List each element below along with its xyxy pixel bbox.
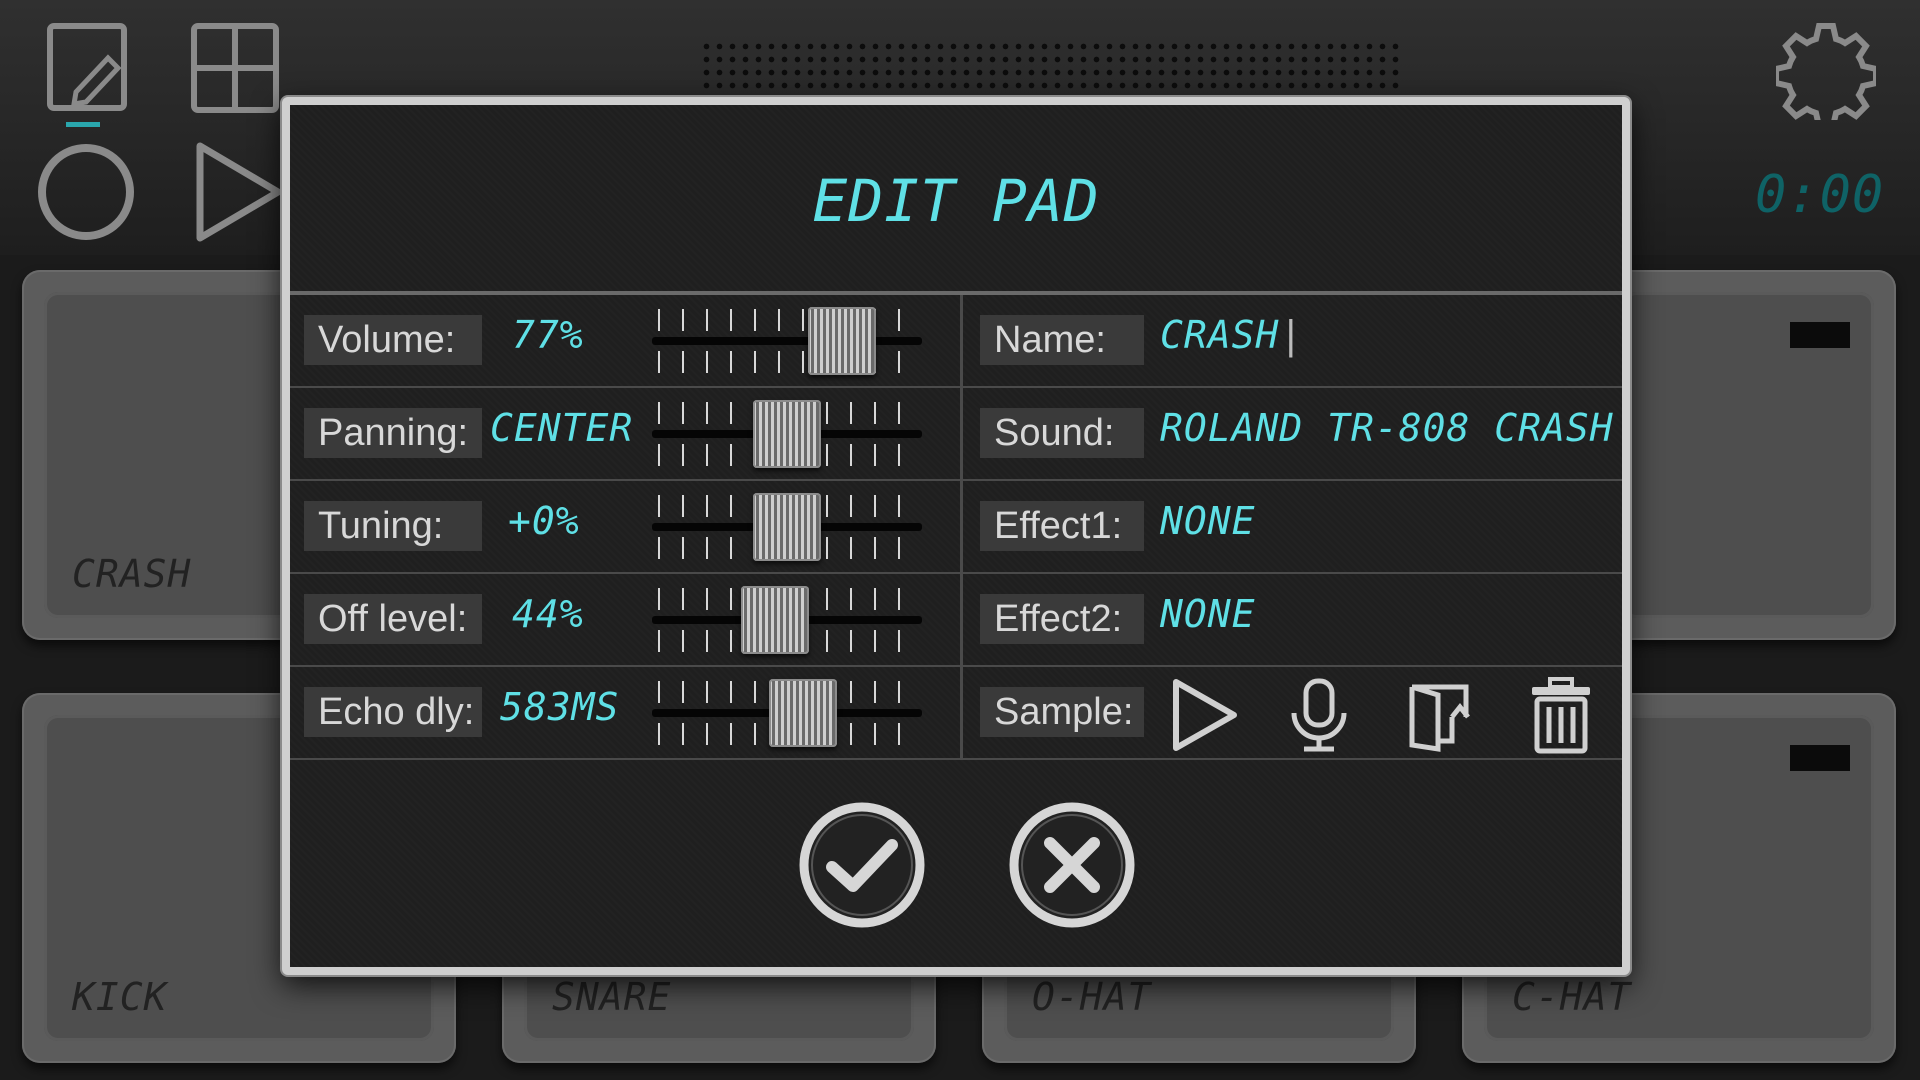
slider-thumb[interactable] [753, 400, 821, 468]
pad-label: C-HAT [1512, 975, 1632, 1019]
row-off-level: Off level: 44% Effect2: NONE [290, 574, 1622, 667]
off-level-slider[interactable] [652, 586, 922, 654]
pad-indicator [1790, 745, 1850, 771]
close-icon [1009, 802, 1135, 928]
pad-label: KICK [72, 975, 168, 1019]
pad-right-top[interactable] [1600, 270, 1896, 640]
row-tuning: Tuning: +0% Effect1: NONE [290, 481, 1622, 574]
panning-label: Panning: [304, 408, 482, 458]
row-echo-delay: Echo dly: 583MS Sample: [290, 667, 1622, 760]
row-panning: Panning: CENTER Sound: ROLAND TR-808 CRA… [290, 388, 1622, 481]
sound-label: Sound: [980, 408, 1144, 458]
check-icon [799, 802, 925, 928]
slider-thumb[interactable] [769, 679, 838, 747]
panning-value: CENTER [490, 406, 634, 450]
echo-delay-label: Echo dly: [304, 687, 482, 737]
record-icon[interactable] [36, 142, 136, 247]
pad-label: SNARE [552, 975, 672, 1019]
pad-crash[interactable]: CRASH [22, 270, 322, 640]
speaker-grille [700, 40, 1400, 96]
microphone-icon[interactable] [1286, 677, 1352, 758]
volume-slider[interactable] [652, 307, 922, 375]
name-input[interactable]: CRASH| [1160, 313, 1303, 357]
timer-display: 0:00 [1755, 165, 1885, 225]
row-volume: Volume: 77% Name: CRASH| [290, 295, 1622, 388]
echo-delay-slider[interactable] [652, 679, 922, 747]
volume-label: Volume: [304, 315, 482, 365]
play-icon[interactable] [194, 140, 284, 249]
pad-indicator [1790, 322, 1850, 348]
slider-thumb[interactable] [807, 307, 876, 375]
play-icon[interactable] [1170, 677, 1240, 758]
edit-pad-dialog: EDIT PAD Volume: 77% Name: CRASH| Pannin… [282, 97, 1630, 975]
confirm-button[interactable] [798, 801, 926, 929]
slider-thumb[interactable] [740, 586, 809, 654]
panning-slider[interactable] [652, 400, 922, 468]
dialog-title: EDIT PAD [812, 167, 1100, 235]
sample-label: Sample: [980, 687, 1144, 737]
effect1-label: Effect1: [980, 501, 1144, 551]
off-level-value: 44% [512, 592, 584, 636]
off-level-label: Off level: [304, 594, 482, 644]
pad-label: O-HAT [1032, 975, 1152, 1019]
open-file-icon[interactable] [1408, 677, 1480, 758]
tuning-slider[interactable] [652, 493, 922, 561]
name-label: Name: [980, 315, 1144, 365]
cancel-button[interactable] [1008, 801, 1136, 929]
effect2-value[interactable]: NONE [1160, 592, 1256, 636]
echo-delay-value: 583MS [500, 685, 620, 729]
edit-icon[interactable] [46, 22, 128, 137]
volume-value: 77% [512, 313, 584, 357]
grid-icon[interactable] [190, 22, 280, 119]
tuning-value: +0% [508, 499, 580, 543]
settings-icon[interactable] [1773, 20, 1879, 129]
effect2-label: Effect2: [980, 594, 1144, 644]
sound-value[interactable]: ROLAND TR-808 CRASH [1160, 406, 1614, 450]
slider-thumb[interactable] [753, 493, 821, 561]
trash-icon[interactable] [1528, 677, 1594, 760]
tuning-label: Tuning: [304, 501, 482, 551]
pad-label: CRASH [72, 552, 192, 596]
effect1-value[interactable]: NONE [1160, 499, 1256, 543]
